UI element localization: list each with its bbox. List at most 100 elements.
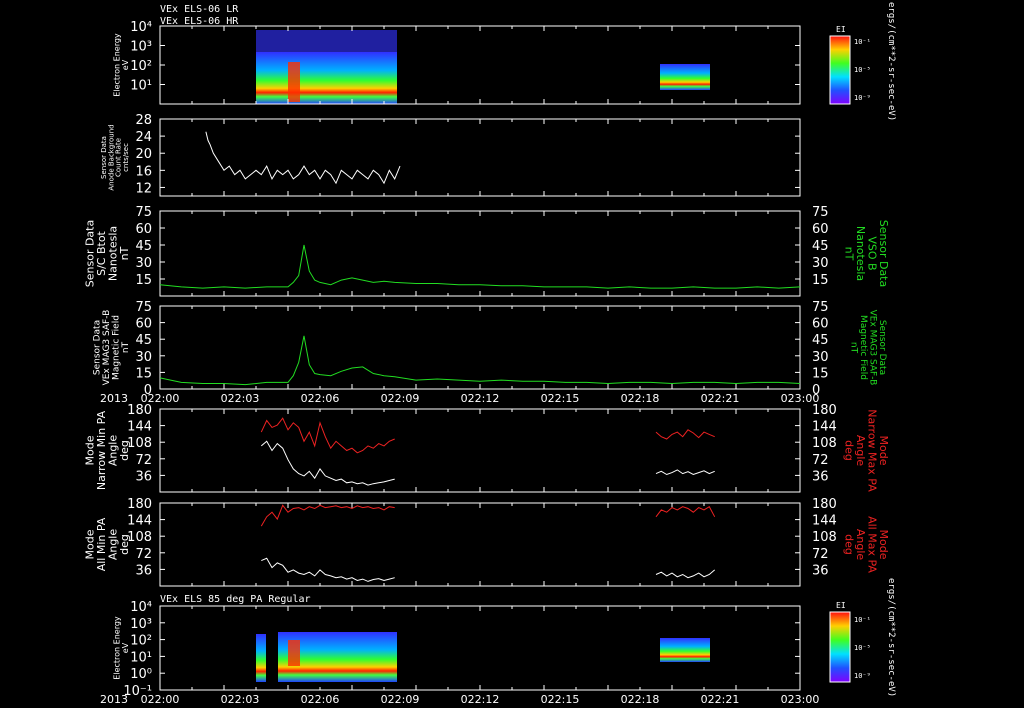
y-tick-label-right: 72 xyxy=(812,547,829,562)
colorbar-bottom-title: EI xyxy=(836,601,846,610)
y-tick-label-left: 10² xyxy=(130,59,152,74)
x-tick-label: 022:15 xyxy=(541,693,580,706)
y-tick-label-right: 30 xyxy=(812,256,829,271)
colorbar-bottom-tick-1: 10⁻¹ xyxy=(854,616,871,624)
y-tick-label-right: 36 xyxy=(812,563,829,578)
x-tick-label: 022:12 xyxy=(461,693,500,706)
y-tick-label-right: 108 xyxy=(812,530,837,545)
y-tick-label-right: 45 xyxy=(812,333,829,348)
y-tick-label-right: 75 xyxy=(812,205,829,220)
x-tick-label: 022:09 xyxy=(381,693,420,706)
y-tick-label-left: 72 xyxy=(135,547,152,562)
header-lr: VEx ELS-06 LR xyxy=(160,4,239,15)
right-axis-label-line: nT xyxy=(842,247,855,261)
series-line-narrow-pa-red xyxy=(655,429,715,440)
y-axis-label-line: cnts/sec xyxy=(122,143,130,172)
header-bottom: VEx ELS 85 deg PA Regular xyxy=(160,594,311,605)
panel-frame-mag-field xyxy=(159,305,801,390)
x-tick-label: 023:00 xyxy=(781,392,820,405)
header-hr: VEx ELS-06 HR xyxy=(160,16,239,27)
y-tick-label-left: 10³ xyxy=(130,40,152,55)
y-axis-label-line: nT xyxy=(121,341,131,353)
x-tick-label: 022:03 xyxy=(221,693,260,706)
y-tick-label-left: 72 xyxy=(135,453,152,468)
y-tick-label-left: 75 xyxy=(135,205,152,220)
colorbar-top-unit: ergs/(cm**2-sr-sec-eV) xyxy=(886,2,896,121)
x-tick-label: 022:00 xyxy=(141,693,180,706)
y-tick-label-right: 180 xyxy=(812,403,837,418)
x-tick-label: 022:12 xyxy=(461,392,500,405)
y-tick-label-left: 36 xyxy=(135,469,152,484)
y-axis-label-line: nT xyxy=(118,246,131,260)
y-tick-label-left: 60 xyxy=(135,222,152,237)
right-axis-label-line: deg xyxy=(842,440,855,461)
y-tick-label-left: 12 xyxy=(135,181,152,196)
x-tick-label: 022:21 xyxy=(701,392,740,405)
y-tick-label-left: 144 xyxy=(127,420,152,435)
y-tick-label-left: 15 xyxy=(135,273,152,288)
y-tick-label-left: 60 xyxy=(135,317,152,332)
y-tick-label-right: 60 xyxy=(812,222,829,237)
colorbar-top-tick-2: 10⁻⁵ xyxy=(854,66,871,74)
colorbar-bottom-tick-2: 10⁻⁵ xyxy=(854,644,871,652)
colorbar-top-tick-3: 10⁻⁹ xyxy=(854,94,871,102)
x-axis-year-label: 2013 xyxy=(100,693,128,706)
vex-els-plot-stack: VEx ELS-06 LR VEx ELS-06 HR VEx ELS 85 d… xyxy=(83,2,896,706)
series-line-narrow-pa-white xyxy=(260,440,395,486)
y-tick-label-left: 10⁴ xyxy=(130,600,152,615)
x-tick-label: 022:18 xyxy=(621,392,660,405)
y-tick-label-right: 108 xyxy=(812,436,837,451)
y-tick-label-right: 144 xyxy=(812,420,837,435)
spectrogram-top-image xyxy=(256,30,710,104)
spectrogram-bottom-image xyxy=(256,632,710,682)
y-tick-label-left: 30 xyxy=(135,256,152,271)
series-line-narrow-pa-white xyxy=(655,469,715,476)
panel-frame-btot xyxy=(159,210,801,297)
y-tick-label-right: 180 xyxy=(812,497,837,512)
y-axis-label-line: deg xyxy=(118,440,131,461)
x-tick-label: 022:18 xyxy=(621,693,660,706)
y-tick-label-right: 75 xyxy=(812,300,829,315)
y-tick-label-left: 10¹ xyxy=(130,650,152,665)
y-tick-label-right: 144 xyxy=(812,514,837,529)
series-line-mag-field-green xyxy=(159,335,801,386)
y-tick-label-left: 15 xyxy=(135,366,152,381)
y-tick-label-left: 24 xyxy=(135,130,152,145)
colorbar-top-tick-1: 10⁻¹ xyxy=(854,38,871,46)
y-tick-label-left: 10¹ xyxy=(130,79,152,94)
y-tick-label-left: 180 xyxy=(127,403,152,418)
y-tick-label-left: 45 xyxy=(135,333,152,348)
series-line-all-pa-red xyxy=(655,505,716,518)
x-tick-label: 023:00 xyxy=(781,693,820,706)
colorbar-bottom xyxy=(829,611,851,683)
right-axis-label-line: deg xyxy=(842,534,855,555)
y-tick-label-right: 60 xyxy=(812,317,829,332)
y-tick-label-left: 20 xyxy=(135,147,152,162)
colorbar-bottom-tick-3: 10⁻⁹ xyxy=(854,672,871,680)
x-tick-label: 022:15 xyxy=(541,392,580,405)
x-tick-label: 022:06 xyxy=(301,392,340,405)
x-tick-label: 022:03 xyxy=(221,392,260,405)
y-tick-label-right: 45 xyxy=(812,239,829,254)
y-axis-label-line: eV xyxy=(121,59,130,70)
y-tick-label-left: 10² xyxy=(130,634,152,649)
x-tick-label: 022:06 xyxy=(301,693,340,706)
y-tick-label-right: 15 xyxy=(812,273,829,288)
x-tick-label: 022:09 xyxy=(381,392,420,405)
y-tick-label-left: 45 xyxy=(135,239,152,254)
panel-frame-anode-background xyxy=(159,118,801,197)
y-axis-label-line: eV xyxy=(121,642,130,653)
y-tick-label-right: 30 xyxy=(812,350,829,365)
y-tick-label-left: 75 xyxy=(135,300,152,315)
colorbar-bottom-unit: ergs/(cm**2-sr-sec-eV) xyxy=(886,578,896,697)
series-line-all-pa-white xyxy=(261,557,395,582)
y-axis-label-line: deg xyxy=(118,534,131,555)
y-tick-label-left: 30 xyxy=(135,350,152,365)
x-tick-label: 022:21 xyxy=(701,693,740,706)
x-axis-year-label: 2013 xyxy=(100,392,128,405)
panel-frame-narrow-pa xyxy=(159,408,801,493)
y-tick-label-left: 10³ xyxy=(130,617,152,632)
panel-frame-all-pa xyxy=(159,502,801,587)
y-tick-label-right: 36 xyxy=(812,469,829,484)
y-tick-label-left: 28 xyxy=(135,113,152,128)
